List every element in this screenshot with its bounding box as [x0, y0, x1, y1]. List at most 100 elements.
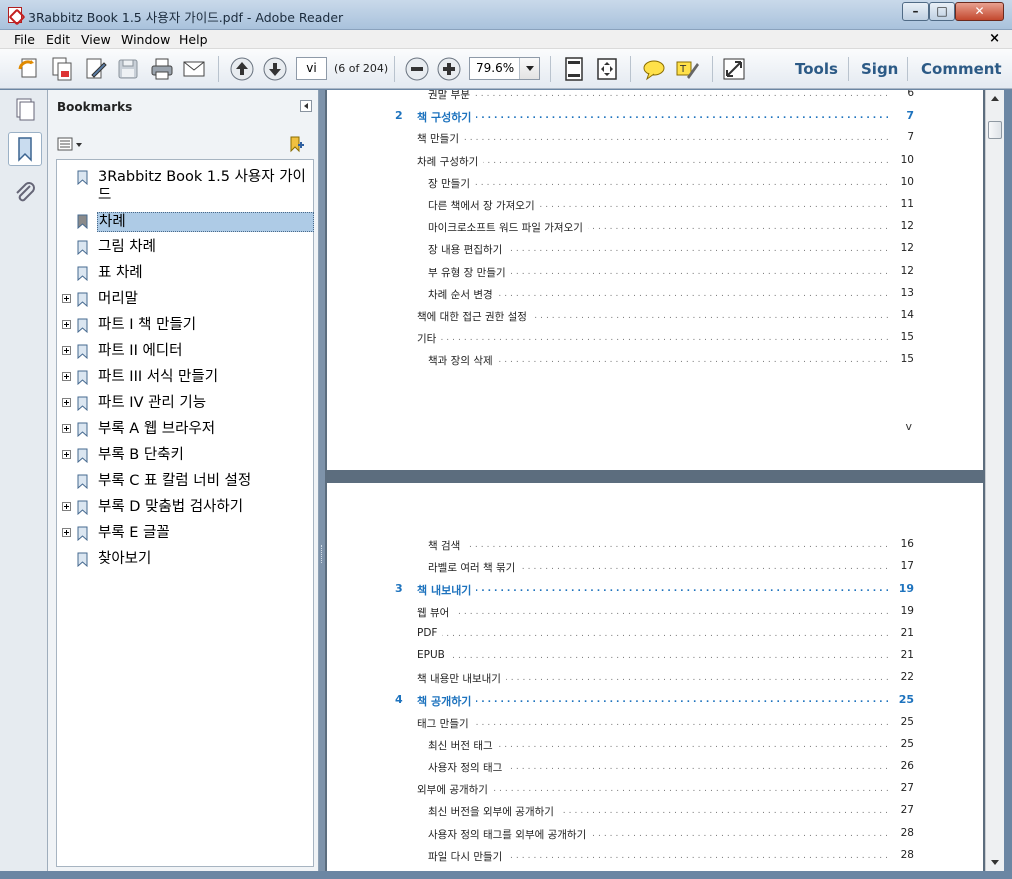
new-bookmark-icon[interactable]: [288, 135, 306, 153]
highlight-text-icon[interactable]: T: [673, 55, 701, 83]
sticky-note-icon[interactable]: [640, 55, 668, 83]
toc-page-number: 17: [900, 560, 914, 573]
previous-page-icon[interactable]: [228, 55, 256, 83]
email-icon[interactable]: [180, 55, 208, 83]
toc-entry-title: 책 공개하기: [417, 693, 477, 710]
maximize-button[interactable]: □: [929, 2, 955, 21]
sign-panel-button[interactable]: Sign: [861, 60, 898, 78]
scroll-up-icon[interactable]: [986, 90, 1004, 107]
toc-page-number: 28: [900, 848, 914, 861]
toc-row[interactable]: ........................................…: [428, 848, 914, 865]
toc-row[interactable]: ........................................…: [428, 175, 914, 192]
attachments-icon[interactable]: [8, 176, 42, 210]
toc-row[interactable]: ........................................…: [417, 131, 914, 147]
toc-row[interactable]: ........................................…: [428, 90, 914, 103]
zoom-select[interactable]: 79.6%: [469, 57, 540, 80]
combine-files-icon[interactable]: [48, 55, 76, 83]
tools-panel-button[interactable]: Tools: [795, 60, 838, 78]
toc-chapter-row[interactable]: 3.......................................…: [395, 582, 914, 599]
toc-row[interactable]: ........................................…: [417, 604, 914, 621]
toc-row[interactable]: ........................................…: [428, 737, 914, 754]
toc-row[interactable]: ........................................…: [428, 198, 914, 214]
window-frame: [1004, 90, 1012, 871]
toc-row[interactable]: ........................................…: [428, 286, 914, 303]
expand-icon[interactable]: [62, 294, 71, 303]
toc-row[interactable]: ........................................…: [428, 264, 914, 281]
toc-page-number: 25: [898, 693, 914, 707]
toc-row[interactable]: ........................................…: [428, 826, 914, 843]
create-pdf-icon[interactable]: [16, 55, 44, 83]
toc-page-number: 26: [900, 760, 914, 772]
toc-row[interactable]: ........................................…: [417, 331, 914, 347]
fit-page-icon[interactable]: [560, 55, 588, 83]
bookmark-icon: [77, 500, 88, 516]
adobe-reader-icon[interactable]: [8, 7, 22, 23]
toc-chapter-row[interactable]: 2.......................................…: [395, 109, 914, 126]
bookmarks-icon[interactable]: [8, 132, 42, 166]
edit-icon[interactable]: [82, 55, 110, 83]
toc-row[interactable]: ........................................…: [417, 782, 914, 798]
chevron-down-icon[interactable]: [519, 58, 539, 79]
bookmark-icon: [77, 266, 88, 282]
expand-icon[interactable]: [62, 424, 71, 433]
page-number-input[interactable]: vi: [296, 57, 327, 80]
document-view[interactable]: v ......................................…: [325, 90, 985, 871]
zoom-out-icon[interactable]: [403, 55, 431, 83]
menu-window[interactable]: Window: [121, 32, 170, 47]
toc-entry-title: 사용자 정의 태그를 외부에 공개하기: [428, 826, 592, 842]
toc-entry-title: 외부에 공개하기: [417, 782, 493, 798]
bookmarks-header: Bookmarks: [57, 100, 133, 114]
vertical-scrollbar[interactable]: [985, 90, 1004, 871]
toc-row[interactable]: ........................................…: [417, 626, 914, 643]
comment-panel-button[interactable]: Comment: [921, 60, 1002, 78]
expand-icon[interactable]: [62, 320, 71, 329]
next-page-icon[interactable]: [261, 55, 289, 83]
expand-icon[interactable]: [62, 398, 71, 407]
collapse-panel-icon[interactable]: [300, 100, 312, 112]
toc-row[interactable]: ........................................…: [428, 242, 914, 258]
expand-icon[interactable]: [62, 450, 71, 459]
toc-row[interactable]: ........................................…: [428, 804, 914, 820]
expand-icon[interactable]: [62, 528, 71, 537]
page-count: (6 of 204): [334, 62, 389, 75]
expand-icon[interactable]: [62, 502, 71, 511]
toc-row[interactable]: ........................................…: [428, 538, 914, 554]
toc-entry-title: 마이크로소프트 워드 파일 가져오기: [428, 220, 588, 236]
toc-page-number: 16: [900, 538, 914, 550]
save-icon[interactable]: [114, 55, 142, 83]
toc-row[interactable]: ........................................…: [417, 309, 914, 325]
bookmark-icon: [77, 552, 88, 568]
print-icon[interactable]: [148, 55, 176, 83]
expand-icon[interactable]: [62, 372, 71, 381]
bookmark-options-icon[interactable]: [57, 137, 83, 153]
toc-row[interactable]: ........................................…: [417, 649, 914, 665]
bookmark-icon: [77, 344, 88, 360]
menu-file[interactable]: File: [14, 32, 35, 47]
toc-row[interactable]: ........................................…: [417, 671, 914, 687]
menu-view[interactable]: View: [81, 32, 111, 47]
scroll-down-icon[interactable]: [986, 854, 1004, 871]
menu-help[interactable]: Help: [179, 32, 208, 47]
toc-row[interactable]: ........................................…: [428, 353, 914, 369]
page-thumbnails-icon[interactable]: [8, 92, 42, 126]
toc-entry-title: 차례 구성하기: [417, 153, 484, 169]
toc-page-number: 21: [900, 649, 914, 661]
expand-icon[interactable]: [62, 346, 71, 355]
splitter-grip[interactable]: [321, 545, 323, 563]
menu-edit[interactable]: Edit: [46, 32, 70, 47]
toc-row[interactable]: ........................................…: [428, 760, 914, 776]
toc-row[interactable]: ........................................…: [417, 153, 914, 170]
zoom-in-icon[interactable]: [435, 55, 463, 83]
full-screen-icon[interactable]: [720, 55, 748, 83]
close-button[interactable]: ✕: [955, 2, 1004, 21]
toc-page-number: 27: [900, 782, 914, 795]
scrollbar-thumb[interactable]: [988, 121, 1002, 139]
minimize-button[interactable]: –: [902, 2, 929, 21]
toc-row[interactable]: ........................................…: [417, 715, 914, 732]
fit-width-icon[interactable]: [593, 55, 621, 83]
toc-chapter-row[interactable]: 4.......................................…: [395, 693, 914, 710]
toc-row[interactable]: ........................................…: [428, 220, 914, 236]
toc-row[interactable]: ........................................…: [428, 560, 914, 576]
close-document-icon[interactable]: ×: [989, 31, 1000, 46]
bookmark-label: 부록 D 맞춤법 검사하기: [98, 499, 244, 515]
